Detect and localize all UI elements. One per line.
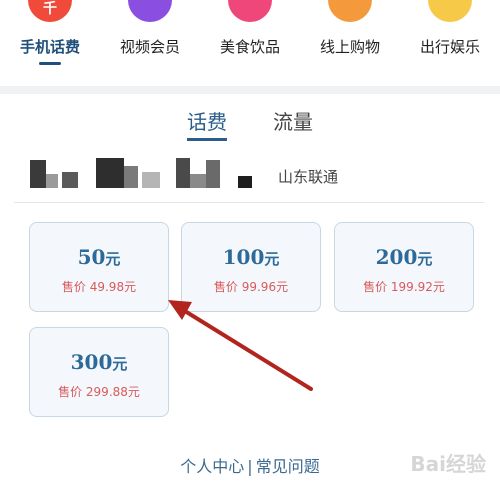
card-amount: 300元 (70, 350, 128, 374)
footer-separator: | (247, 457, 253, 476)
card-amount: 200元 (375, 245, 433, 269)
travel-icon (428, 0, 472, 22)
card-amount: 50元 (77, 245, 121, 269)
separator-line (14, 202, 484, 203)
video-icon (128, 0, 172, 22)
recharge-card-200[interactable]: 200元 售价 199.92元 (334, 222, 474, 312)
tab-data[interactable]: 流量 (273, 106, 313, 135)
card-price: 售价 99.96元 (213, 280, 289, 294)
phone-bill-icon: 千 (28, 0, 72, 22)
shopping-icon (328, 0, 372, 22)
phone-number-row: 山东联通 (30, 158, 470, 192)
category-bar: 千 手机话费 视频会员 美食饮品 线上购物 出行娱乐 (0, 0, 500, 86)
category-label: 手机话费 (19, 38, 80, 56)
card-price: 售价 299.88元 (58, 385, 140, 399)
recharge-card-300[interactable]: 300元 售价 299.88元 (29, 327, 169, 417)
category-label: 出行娱乐 (419, 38, 480, 56)
section-divider (0, 86, 500, 94)
recharge-card-50[interactable]: 50元 售价 49.98元 (29, 222, 169, 312)
baidu-jingyan-watermark: Bai经验 (410, 452, 486, 476)
category-food[interactable]: 美食饮品 (200, 0, 300, 86)
category-shopping[interactable]: 线上购物 (300, 0, 400, 86)
active-category-indicator (39, 62, 61, 65)
personal-center-link[interactable]: 个人中心 (180, 457, 244, 476)
category-label: 美食饮品 (219, 38, 280, 56)
category-label: 线上购物 (319, 38, 380, 56)
card-price: 售价 49.98元 (61, 280, 137, 294)
category-label: 视频会员 (119, 38, 180, 56)
card-amount: 100元 (222, 245, 280, 269)
category-video[interactable]: 视频会员 (100, 0, 200, 86)
faq-link[interactable]: 常见问题 (256, 457, 320, 476)
tab-phone-bill[interactable]: 话费 (187, 106, 227, 135)
food-icon (228, 0, 272, 22)
category-phone-bill[interactable]: 千 手机话费 (0, 0, 100, 86)
card-price: 售价 199.92元 (363, 280, 445, 294)
active-tab-indicator (187, 138, 227, 141)
recharge-card-100[interactable]: 100元 售价 99.96元 (181, 222, 321, 312)
carrier-label: 山东联通 (278, 168, 339, 186)
category-travel[interactable]: 出行娱乐 (400, 0, 500, 86)
